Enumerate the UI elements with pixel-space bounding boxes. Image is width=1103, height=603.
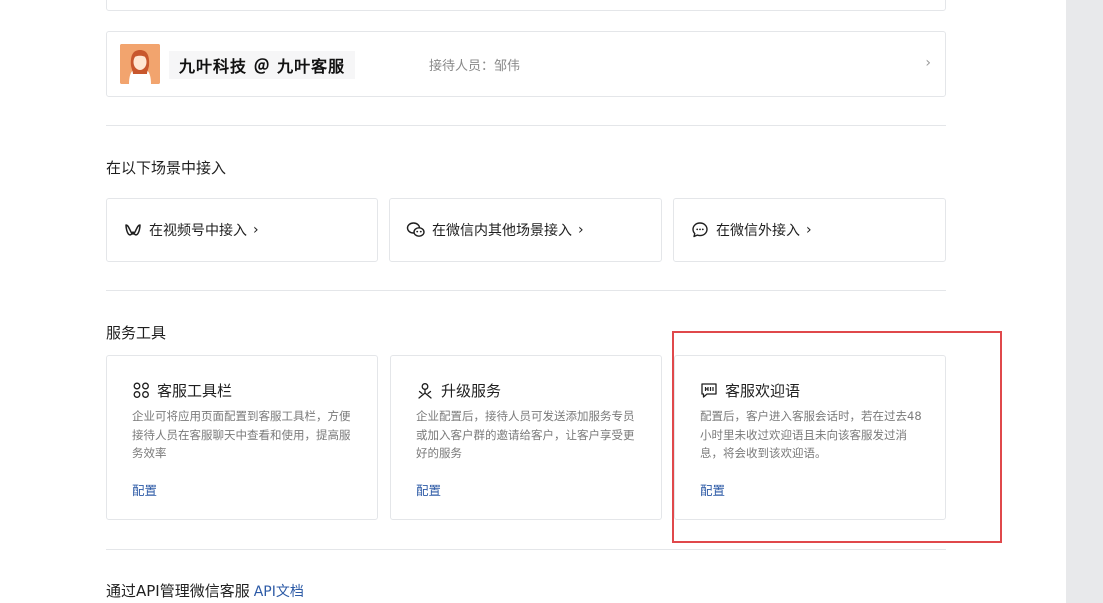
- divider: [106, 290, 946, 291]
- account-card[interactable]: 九叶科技 ＠ 九叶客服 接待人员：邹伟 ›: [106, 31, 946, 97]
- divider: [106, 549, 946, 550]
- chevron-right-icon: ›: [578, 222, 584, 238]
- scene-label: 在微信内其他场景接入: [432, 223, 572, 239]
- chevron-right-icon: ›: [806, 222, 812, 238]
- tool-description: 企业配置后，接待人员可发送添加服务专员或加入客户群的邀请给客户，让客户享受更好的…: [416, 409, 635, 460]
- tools-section-title: 服务工具: [106, 324, 167, 342]
- account-staff: 接待人员：邹伟: [429, 59, 521, 74]
- message-bubble-icon: [690, 220, 710, 240]
- account-name-box: 九叶科技 ＠ 九叶客服: [169, 51, 356, 79]
- scenes-section-title: 在以下场景中接入: [106, 159, 227, 177]
- chevron-right-icon[interactable]: ›: [925, 55, 931, 71]
- scene-card-channels[interactable]: 在视频号中接入 ›: [106, 198, 378, 262]
- configure-link[interactable]: 配置: [416, 480, 441, 499]
- tool-title: 升级服务: [441, 382, 502, 400]
- api-row: 通过API管理微信客服 API文档: [106, 580, 304, 601]
- toolbar-grid-icon: [132, 382, 150, 400]
- scene-label: 在视频号中接入: [149, 223, 247, 239]
- avatar: [120, 44, 160, 84]
- channels-icon: [123, 220, 143, 240]
- scrollbar-track[interactable]: [1066, 0, 1103, 603]
- upgrade-service-icon: [416, 382, 434, 400]
- previous-card: [106, 0, 946, 11]
- highlight-annotation: [672, 331, 1002, 543]
- wechat-chat-icon: [406, 220, 426, 240]
- scene-card-outside-wechat[interactable]: 在微信外接入 ›: [673, 198, 946, 262]
- account-name: 九叶科技 ＠ 九叶客服: [179, 57, 346, 76]
- scene-card-wechat-other[interactable]: 在微信内其他场景接入 ›: [389, 198, 662, 262]
- scene-label: 在微信外接入: [716, 223, 800, 239]
- tool-title: 客服工具栏: [157, 382, 233, 400]
- api-docs-link[interactable]: API文档: [254, 584, 304, 600]
- tool-description: 企业可将应用页面配置到客服工具栏，方便接待人员在客服聊天中查看和使用，提高服务效…: [132, 409, 351, 460]
- chevron-right-icon: ›: [253, 222, 259, 238]
- divider: [106, 125, 946, 126]
- api-text: 通过API管理微信客服: [106, 582, 250, 600]
- tool-card-upgrade: 升级服务 企业配置后，接待人员可发送添加服务专员或加入客户群的邀请给客户，让客户…: [390, 355, 662, 520]
- configure-link[interactable]: 配置: [132, 480, 157, 499]
- tool-card-toolbar: 客服工具栏 企业可将应用页面配置到客服工具栏，方便接待人员在客服聊天中查看和使用…: [106, 355, 378, 520]
